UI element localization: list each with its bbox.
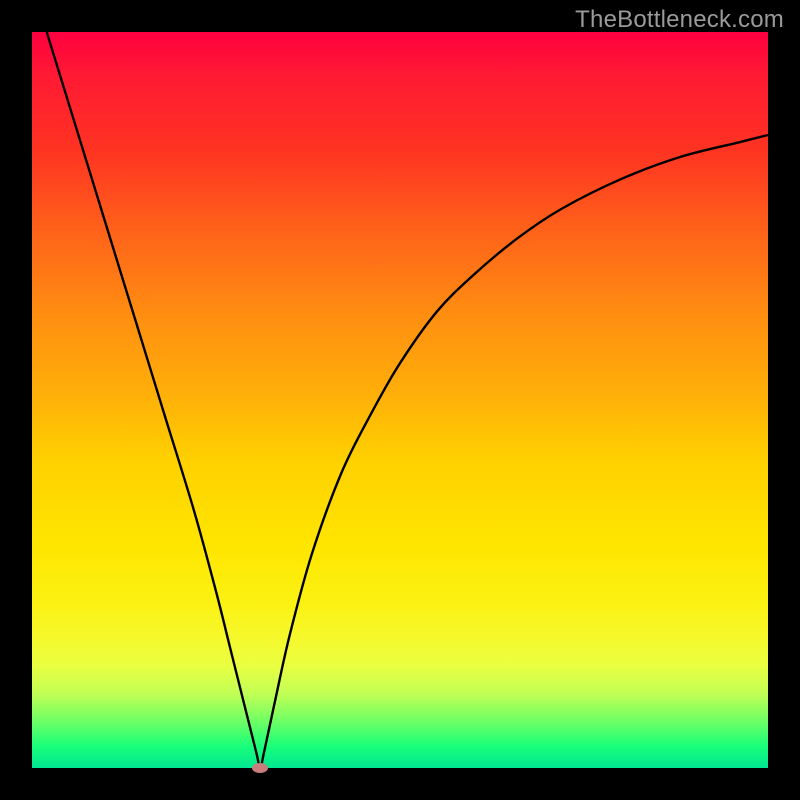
bottleneck-curve	[47, 32, 768, 768]
watermark-text: TheBottleneck.com	[575, 6, 784, 34]
chart-frame: TheBottleneck.com	[0, 0, 800, 800]
plot-area	[32, 32, 768, 768]
minimum-marker	[252, 763, 268, 773]
curve-svg	[32, 32, 768, 768]
